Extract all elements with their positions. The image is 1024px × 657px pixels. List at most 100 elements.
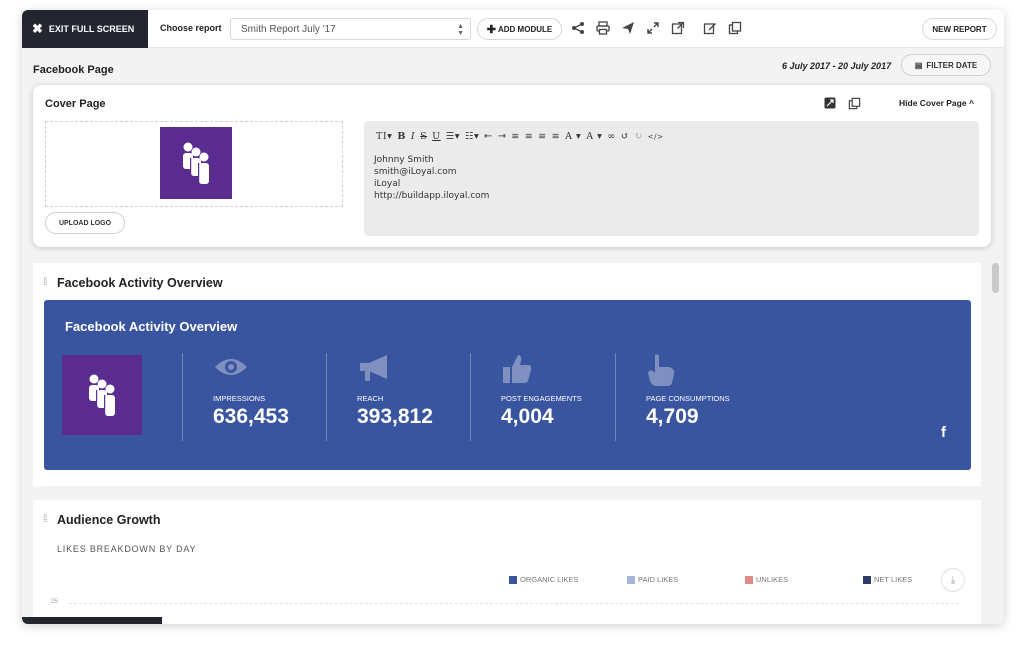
exit-full-screen-label: EXIT FULL SCREEN [48,24,135,34]
chart-gridline [69,603,959,604]
cover-page-card: Cover Page Hide Cover Page ^ UPLOAD LOGO… [33,85,991,247]
metric-label: REACH [357,394,384,403]
hide-cover-page-label: Hide Cover Page [899,98,967,108]
underline-icon[interactable]: U [432,131,441,142]
pointer-hand-icon [648,354,675,386]
code-view-icon[interactable]: </> [648,133,664,141]
date-range: 6 July 2017 - 20 July 2017 [782,61,892,71]
close-icon: ✖ [32,21,43,36]
print-icon[interactable] [595,21,611,37]
audience-growth-section: ⁞⁞ Audience Growth LIKES BREAKDOWN BY DA… [33,500,981,624]
send-icon[interactable] [620,21,636,37]
filter-date-button[interactable]: ▤ FILTER DATE [901,54,991,76]
align-center-icon[interactable]: ≡ [525,131,533,142]
new-report-button[interactable]: NEW REPORT [922,18,997,40]
italic-icon[interactable]: I [411,131,415,142]
external-link-icon[interactable] [670,21,686,37]
rich-text-editor[interactable]: TI▾ B I S U ☰▾ ☷▾ ⇤ ⇥ ≡ ≡ ≡ ≡ A ▾ A ▾ ∞ ↺ ↻ </> Johnny Smi… [364,121,979,236]
facebook-overview-banner: Facebook Activity Overview IMPRESSIONS 6… [44,300,971,470]
legend-unlikes[interactable]: UNLIKES [745,575,788,584]
choose-report-label: Choose report [160,23,222,33]
calendar-icon: ▤ [914,60,923,70]
exit-full-screen-button[interactable]: ✖ EXIT FULL SCREEN [22,10,148,48]
undo-icon[interactable]: ↺ [621,131,629,142]
report-select-value: Smith Report July '17 [241,24,336,35]
facebook-icon: f [941,424,946,441]
editor-line: smith@iLoyal.com [374,167,457,177]
redo-icon[interactable]: ↻ [634,131,642,142]
legend-label: ORGANIC LIKES [520,575,579,584]
metric-value: 393,812 [357,405,433,428]
editor-line: Johnny Smith [374,155,434,165]
editor-content[interactable]: Johnny Smith smith@iLoyal.com iLoyal htt… [374,154,489,202]
share-icon[interactable] [570,21,586,37]
bold-icon[interactable]: B [397,131,406,142]
legend-label: UNLIKES [756,575,789,584]
editor-line: iLoyal [374,179,401,189]
outdent-icon[interactable]: ⇤ [484,131,492,142]
company-logo [62,355,142,435]
editor-line: http://buildapp.iloyal.com [374,191,490,201]
duplicate-icon[interactable] [847,97,861,111]
bullet-list-icon[interactable]: ☰▾ [446,131,460,142]
text-size-icon[interactable]: TI▾ [376,131,392,142]
expand-icon[interactable] [645,21,661,37]
metric-impressions: IMPRESSIONS 636,453 [182,353,326,441]
legend-paid-likes[interactable]: PAID LIKES [627,575,678,584]
metric-page-consumptions: PAGE CONSUMPTIONS 4,709 [615,353,765,441]
y-axis-tick: 25 [51,599,58,605]
people-group-icon [89,374,115,416]
image-icon[interactable] [823,97,837,111]
logo-drop-zone[interactable] [45,121,343,207]
drag-handle-icon[interactable]: ⁞⁞ [43,514,47,525]
metric-value: 636,453 [213,405,289,428]
numbered-list-icon[interactable]: ☷▾ [465,131,479,142]
filter-date-label: FILTER DATE [926,60,978,70]
metric-value: 4,004 [501,405,554,428]
metric-reach: REACH 393,812 [326,353,470,441]
metric-value: 4,709 [646,405,699,428]
add-module-label: ADD MODULE [498,24,553,34]
section-title: Audience Growth [57,513,161,527]
highlight-color-icon[interactable]: A ▾ [586,131,602,142]
download-chart-button[interactable]: ⤓ [941,568,965,592]
legend-swatch [745,575,753,584]
editor-toolbar: TI▾ B I S U ☰▾ ☷▾ ⇤ ⇥ ≡ ≡ ≡ ≡ A ▾ A ▾ ∞ ↺ ↻ </> [376,131,668,142]
toolbar: ✖ EXIT FULL SCREEN Choose report Smith R… [22,10,1004,48]
metric-post-engagements: POST ENGAGEMENTS 4,004 [470,353,615,441]
legend-swatch [627,575,635,584]
progress-bar [22,617,162,624]
legend-organic-likes[interactable]: ORGANIC LIKES [509,575,578,584]
chevron-up-icon: ^ [968,98,974,108]
chevron-down-icon: ▲ ▼ [457,23,464,37]
people-group-icon [183,142,209,184]
justify-icon[interactable]: ≡ [552,131,560,142]
align-right-icon[interactable]: ≡ [538,131,546,142]
chart-subtitle: LIKES BREAKDOWN BY DAY [57,544,197,554]
app-window: ✖ EXIT FULL SCREEN Choose report Smith R… [22,10,1004,624]
legend-label: PAID LIKES [638,575,679,584]
vertical-scrollbar[interactable] [992,263,999,293]
report-select[interactable]: Smith Report July '17 ▲ ▼ [230,18,471,40]
link-icon[interactable]: ∞ [607,131,615,142]
section-title: Facebook Activity Overview [57,276,223,290]
thumbs-up-icon [503,355,532,383]
edit-icon[interactable] [702,21,718,37]
font-color-icon[interactable]: A ▾ [565,131,581,142]
add-module-button[interactable]: ✚ ADD MODULE [477,18,562,40]
drag-handle-icon[interactable]: ⁞⁞ [43,277,47,288]
upload-logo-button[interactable]: UPLOAD LOGO [45,212,125,234]
copy-icon[interactable] [727,21,743,37]
banner-title: Facebook Activity Overview [65,319,238,334]
hide-cover-page-toggle[interactable]: Hide Cover Page ^ [899,98,974,108]
page-title: Facebook Page [33,64,114,76]
strikethrough-icon[interactable]: S [420,131,427,142]
eye-icon [215,359,247,375]
metric-label: PAGE CONSUMPTIONS [646,394,730,403]
legend-net-likes[interactable]: NET LIKES [863,575,912,584]
facebook-activity-section: ⁞⁞ Facebook Activity Overview Facebook A… [33,263,981,486]
company-logo [160,127,232,199]
metric-label: POST ENGAGEMENTS [501,394,582,403]
indent-icon[interactable]: ⇥ [498,131,506,142]
align-left-icon[interactable]: ≡ [511,131,519,142]
